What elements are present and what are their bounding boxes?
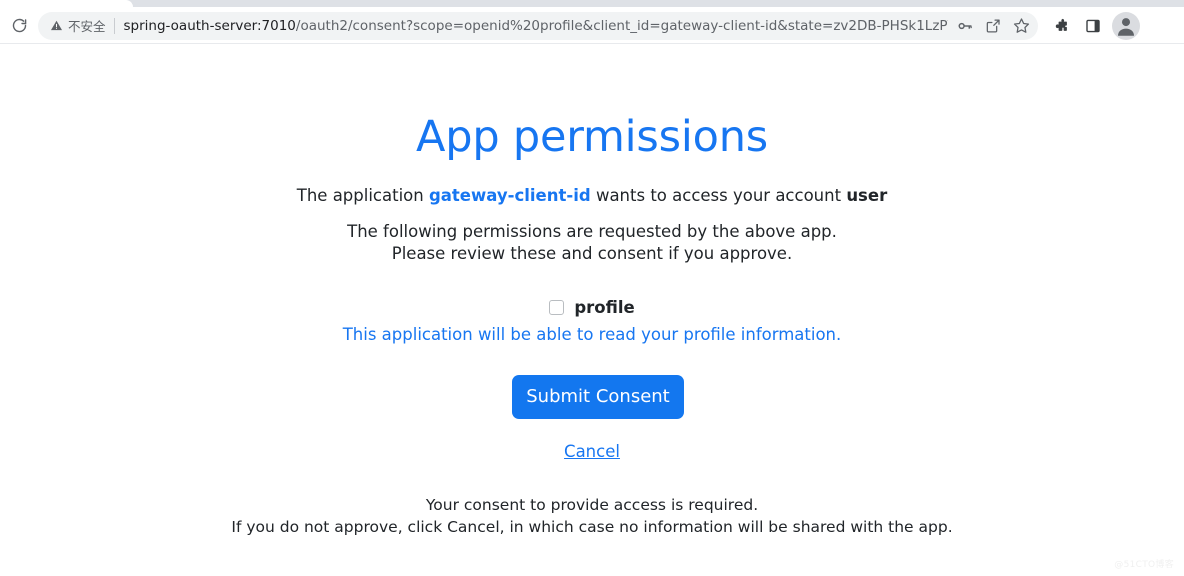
submit-consent-button[interactable]: Submit Consent — [512, 375, 684, 419]
toolbar-actions — [1046, 11, 1140, 41]
footer-note: Your consent to provide access is requir… — [0, 494, 1184, 538]
url-text[interactable]: spring-oauth-server:7010/oauth2/consent?… — [124, 12, 948, 40]
scope-row: profile — [0, 296, 1184, 318]
warning-triangle-icon — [50, 20, 63, 31]
security-warning-label: 不安全 — [68, 19, 106, 34]
omnibox-actions — [952, 13, 1034, 39]
intro-line: The application gateway-client-id wants … — [0, 184, 1184, 209]
footer-line-1: Your consent to provide access is requir… — [425, 496, 759, 514]
side-panel-icon[interactable] — [1078, 11, 1108, 41]
tab-strip — [0, 0, 1184, 7]
security-status-chip[interactable]: 不安全 — [50, 16, 106, 35]
profile-avatar-icon[interactable] — [1112, 11, 1140, 40]
browser-toolbar: 不安全 spring-oauth-server:7010/oauth2/cons… — [0, 7, 1184, 44]
scope-checkbox-profile[interactable] — [549, 299, 565, 315]
omnibox[interactable]: 不安全 spring-oauth-server:7010/oauth2/cons… — [38, 11, 1038, 40]
scope-description-profile: This application will be able to read yo… — [342, 325, 842, 344]
consent-page: App permissions The application gateway-… — [0, 44, 1184, 576]
url-path: /oauth2/consent?scope=openid%20profile&c… — [295, 17, 948, 34]
extensions-puzzle-icon[interactable] — [1046, 11, 1076, 41]
tab-strip-background — [0, 0, 1184, 7]
share-icon[interactable] — [980, 13, 1006, 39]
consent-blurb: The following permissions are requested … — [0, 221, 1184, 265]
username-text: user — [846, 186, 888, 205]
page-title: App permissions — [416, 111, 768, 162]
bookmark-star-icon[interactable] — [1008, 13, 1034, 39]
reload-icon[interactable] — [4, 11, 34, 41]
client-id-text: gateway-client-id — [428, 186, 591, 205]
url-host: spring-oauth-server:7010 — [123, 17, 296, 34]
blurb-line-1: The following permissions are requested … — [347, 222, 837, 241]
browser-chrome: 不安全 spring-oauth-server:7010/oauth2/cons… — [0, 0, 1184, 44]
blurb-line-2: Please review these and consent if you a… — [391, 244, 793, 263]
scope-section: profile This application will be able to… — [0, 296, 1184, 346]
cancel-link[interactable]: Cancel — [564, 442, 620, 461]
omnibox-divider — [113, 17, 115, 34]
active-tab[interactable] — [0, 0, 133, 7]
password-key-icon[interactable] — [952, 13, 978, 39]
footer-line-2: If you do not approve, click Cancel, in … — [231, 518, 953, 536]
scope-label-profile[interactable]: profile — [574, 298, 634, 317]
intro-prefix: The application — [296, 186, 429, 205]
watermark: @51CTO博客 — [1114, 560, 1174, 570]
intro-middle: wants to access your account — [590, 186, 847, 205]
cancel-link-wrapper: Cancel — [0, 442, 1184, 461]
